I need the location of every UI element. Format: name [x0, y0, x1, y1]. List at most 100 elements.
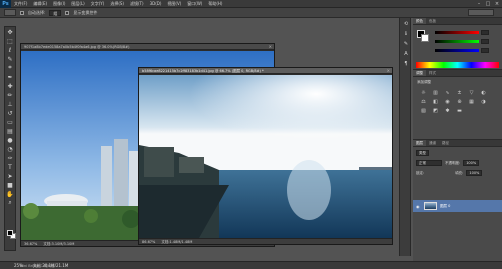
- blue-slider[interactable]: [435, 48, 489, 53]
- type-tool-icon[interactable]: T: [5, 163, 15, 171]
- quick-select-tool-icon[interactable]: ✎: [5, 55, 15, 63]
- dodge-tool-icon[interactable]: ◔: [5, 145, 15, 153]
- blend-mode-dropdown[interactable]: 正常: [416, 160, 442, 166]
- menu-select[interactable]: 选择(S): [107, 1, 127, 7]
- tab-color[interactable]: 颜色: [413, 18, 426, 24]
- vibrance-icon[interactable]: ▽: [467, 90, 476, 96]
- gradient-map-icon[interactable]: ▬: [455, 108, 464, 114]
- right-panels: 颜色 色板 调整 样式 添加调整 ☼ ▥ ∿ ± ▽ ◐ ⚖ ◧ ◉ ⊕ ▦ ◑…: [413, 18, 502, 261]
- layer-filter-row: 类型: [416, 150, 429, 156]
- character-panel-icon[interactable]: A: [401, 50, 411, 58]
- healing-brush-tool-icon[interactable]: ✚: [5, 82, 15, 90]
- tab-paths[interactable]: 路径: [439, 140, 452, 146]
- tab-swatches[interactable]: 色板: [426, 18, 439, 24]
- app-logo: Ps: [0, 0, 11, 8]
- green-slider[interactable]: [435, 39, 489, 44]
- menu-filter[interactable]: 滤镜(T): [127, 1, 147, 7]
- black-white-icon[interactable]: ◧: [431, 99, 440, 105]
- background-color-chip[interactable]: [421, 34, 429, 42]
- posterize-icon[interactable]: ▧: [419, 108, 428, 114]
- menu-image[interactable]: 图像(I): [50, 1, 68, 7]
- tab-mini-bridge[interactable]: Mini Bridge: [20, 264, 40, 269]
- blur-tool-icon[interactable]: ●: [5, 136, 15, 144]
- status-bar: 25% 文档:20.1M/21.1M: [0, 261, 502, 269]
- zoom-tool-icon[interactable]: ⌕: [5, 199, 15, 207]
- document-title-front[interactable]: b58f6cae8221415b7c2ff83183b1d41.jpg @ 66…: [139, 68, 392, 74]
- red-slider[interactable]: [435, 30, 489, 35]
- close-icon[interactable]: ×: [494, 1, 500, 7]
- transform-checkbox[interactable]: [65, 10, 70, 15]
- close-document-icon[interactable]: ×: [269, 44, 272, 50]
- fill-field[interactable]: 100%: [466, 170, 483, 176]
- foreground-color-swatch[interactable]: [7, 230, 13, 236]
- color-balance-icon[interactable]: ⚖: [419, 99, 428, 105]
- zoom-level[interactable]: 36.67%: [24, 241, 37, 246]
- menu-3d[interactable]: 3D(D): [147, 1, 165, 6]
- menu-window[interactable]: 窗口(W): [184, 1, 205, 7]
- blend-row: 正常 不透明度: 100%: [416, 160, 480, 166]
- color-spectrum[interactable]: [416, 62, 499, 68]
- gradient-tool-icon[interactable]: ▤: [5, 127, 15, 135]
- path-select-tool-icon[interactable]: ➤: [5, 172, 15, 180]
- layer-name[interactable]: 图层 0: [440, 204, 450, 209]
- auto-select-checkbox[interactable]: [20, 10, 24, 15]
- auto-select-dropdown[interactable]: 组: [49, 9, 62, 16]
- menu-layer[interactable]: 图层(L): [68, 1, 87, 7]
- menu-help[interactable]: 帮助(H): [205, 1, 225, 7]
- canvas-sea[interactable]: [139, 75, 392, 238]
- opacity-field[interactable]: 100%: [463, 160, 480, 166]
- color-lookup-icon[interactable]: ▦: [467, 99, 476, 105]
- brush-tool-icon[interactable]: ✏: [5, 91, 15, 99]
- hand-tool-icon[interactable]: ✋: [5, 190, 15, 198]
- history-brush-tool-icon[interactable]: ↺: [5, 109, 15, 117]
- zoom-level[interactable]: 86.67%: [142, 239, 155, 244]
- layer-kind-filter[interactable]: 类型: [416, 150, 429, 156]
- channel-mixer-icon[interactable]: ⊕: [455, 99, 464, 105]
- shape-tool-icon[interactable]: ■: [5, 181, 15, 189]
- document-title-back[interactable]: 907f1a8b7ede0158a7a0b5b4f0fa4a6.jpg @ 36…: [21, 44, 274, 50]
- menu-edit[interactable]: 编辑(E): [30, 1, 50, 7]
- tab-timeline[interactable]: 时间轴: [44, 264, 55, 269]
- layer-row[interactable]: ◉ 图层 0: [413, 200, 502, 212]
- menu-type[interactable]: 文字(Y): [88, 1, 108, 7]
- tab-adjustments[interactable]: 调整: [413, 70, 426, 76]
- panel-dock: ⟲ ℹ ✎ A ¶: [399, 18, 411, 256]
- properties-panel-icon[interactable]: ℹ: [401, 30, 411, 38]
- menu-file[interactable]: 文件(F): [11, 1, 30, 7]
- curves-icon[interactable]: ∿: [443, 90, 452, 96]
- invert-icon[interactable]: ◑: [479, 99, 488, 105]
- selective-color-icon[interactable]: ✱: [443, 108, 452, 114]
- tab-channels[interactable]: 通道: [426, 140, 439, 146]
- minimize-icon[interactable]: –: [476, 1, 482, 7]
- paragraph-panel-icon[interactable]: ¶: [401, 60, 411, 68]
- exposure-icon[interactable]: ±: [455, 90, 464, 96]
- visibility-eye-icon[interactable]: ◉: [416, 204, 421, 209]
- tool-preset-picker[interactable]: [4, 9, 16, 16]
- maximize-icon[interactable]: □: [485, 1, 491, 7]
- photo-filter-icon[interactable]: ◉: [443, 99, 452, 105]
- pen-tool-icon[interactable]: ✑: [5, 154, 15, 162]
- close-document-icon[interactable]: ×: [387, 68, 390, 74]
- document-window-front: b58f6cae8221415b7c2ff83183b1d41.jpg @ 66…: [138, 67, 393, 245]
- levels-icon[interactable]: ▥: [431, 90, 440, 96]
- tab-layers[interactable]: 图层: [413, 140, 426, 146]
- hue-saturation-icon[interactable]: ◐: [479, 90, 488, 96]
- clone-stamp-tool-icon[interactable]: ⊥: [5, 100, 15, 108]
- layers-panel-tabs: 图层 通道 路径: [413, 140, 502, 147]
- auto-select-label: 自动选择:: [28, 9, 46, 15]
- tab-styles[interactable]: 样式: [426, 70, 439, 76]
- brightness-contrast-icon[interactable]: ☼: [419, 90, 428, 96]
- crop-tool-icon[interactable]: ⌗: [5, 64, 15, 72]
- eyedropper-tool-icon[interactable]: ✒: [5, 73, 15, 81]
- move-tool-icon[interactable]: ✥: [5, 28, 15, 36]
- eraser-tool-icon[interactable]: ▭: [5, 118, 15, 126]
- lock-label: 锁定:: [416, 170, 425, 175]
- brush-panel-icon[interactable]: ✎: [401, 40, 411, 48]
- lasso-tool-icon[interactable]: ℓ: [5, 46, 15, 54]
- marquee-tool-icon[interactable]: ⬚: [5, 37, 15, 45]
- menu-view[interactable]: 视图(V): [164, 1, 184, 7]
- threshold-icon[interactable]: ◩: [431, 108, 440, 114]
- color-panel: 颜色 色板: [413, 18, 502, 70]
- workspace-switcher[interactable]: [468, 9, 494, 16]
- history-panel-icon[interactable]: ⟲: [401, 20, 411, 28]
